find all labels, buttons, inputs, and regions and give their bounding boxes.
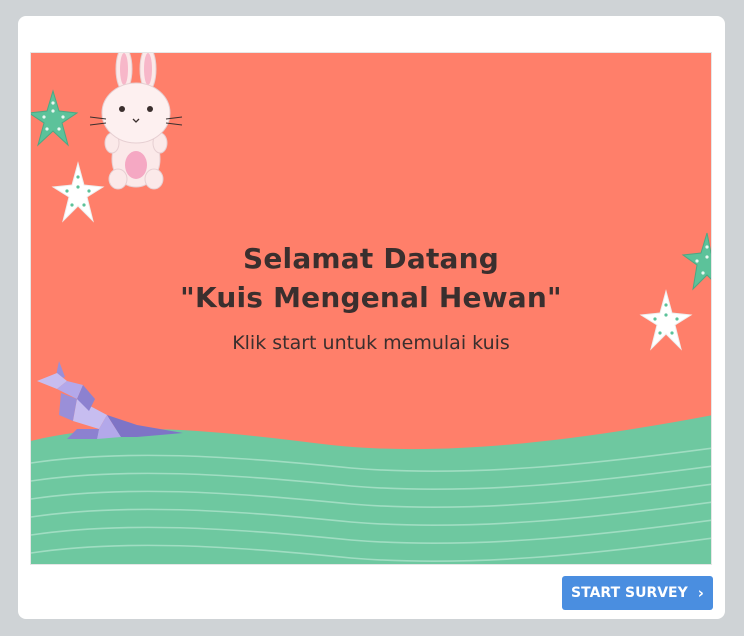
chevron-right-icon: ›	[697, 583, 704, 602]
kangaroo-origami-illustration	[37, 361, 183, 439]
title-line-1: Selamat Datang	[242, 242, 500, 275]
welcome-slide: Selamat Datang "Kuis Mengenal Hewan" Kli…	[30, 52, 712, 565]
slide-subtitle: Klik start untuk memulai kuis	[232, 332, 510, 354]
slide-title: Selamat Datang "Kuis Mengenal Hewan"	[31, 239, 711, 317]
start-survey-label: START SURVEY	[571, 585, 688, 601]
starfish-icon	[31, 89, 79, 147]
survey-card: Selamat Datang "Kuis Mengenal Hewan" Kli…	[18, 16, 725, 619]
start-survey-button[interactable]: START SURVEY ›	[562, 576, 713, 610]
title-line-2: "Kuis Mengenal Hewan"	[180, 281, 562, 314]
bunny-illustration	[89, 53, 183, 190]
